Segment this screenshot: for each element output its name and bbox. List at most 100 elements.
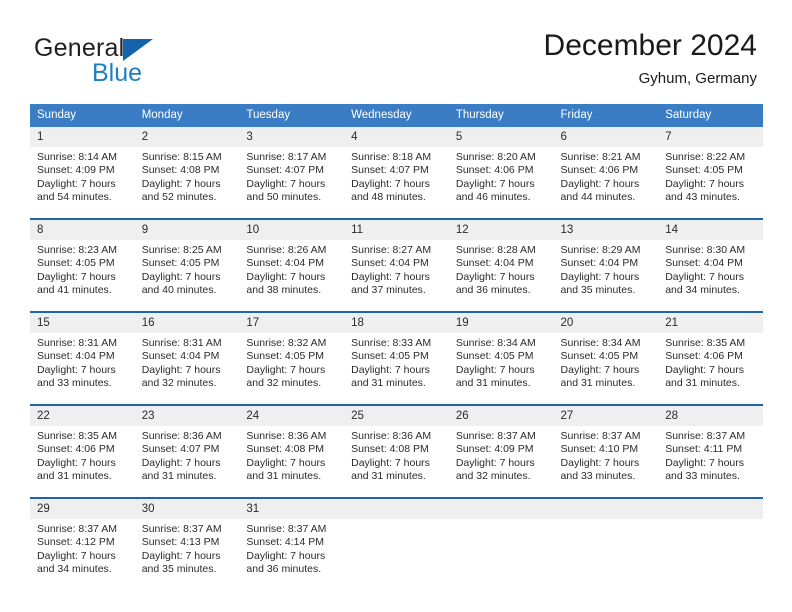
daylight-text-line2: and 31 minutes.: [665, 377, 740, 390]
day-number[interactable]: 31: [239, 497, 345, 519]
day-cell[interactable]: Sunrise: 8:18 AM Sunset: 4:07 PM Dayligh…: [344, 147, 449, 219]
day-cell[interactable]: Sunrise: 8:29 AM Sunset: 4:04 PM Dayligh…: [553, 240, 659, 312]
day-number[interactable]: 4: [344, 127, 449, 147]
day-number[interactable]: 11: [344, 218, 449, 240]
day-number[interactable]: 12: [448, 218, 554, 240]
day-cell[interactable]: Sunrise: 8:28 AM Sunset: 4:04 PM Dayligh…: [448, 240, 554, 312]
day-number[interactable]: 18: [344, 311, 449, 333]
day-cell[interactable]: Sunrise: 8:17 AM Sunset: 4:07 PM Dayligh…: [239, 147, 345, 219]
calendar-week: 22 23 24 25 26 27 28 Sunrise: 8:35 AM Su…: [30, 404, 763, 498]
day-cell[interactable]: Sunrise: 8:32 AM Sunset: 4:05 PM Dayligh…: [239, 333, 345, 405]
day-number[interactable]: 6: [553, 127, 659, 147]
day-cell[interactable]: Sunrise: 8:36 AM Sunset: 4:08 PM Dayligh…: [344, 426, 449, 498]
page-title: December 2024: [543, 29, 757, 62]
daylight-text-line1: Daylight: 7 hours: [246, 549, 326, 562]
daylight-text-line1: Daylight: 7 hours: [246, 270, 326, 283]
day-number[interactable]: 13: [553, 218, 659, 240]
day-number[interactable]: 17: [239, 311, 345, 333]
day-number[interactable]: 22: [30, 404, 135, 426]
day-cell[interactable]: Sunrise: 8:34 AM Sunset: 4:05 PM Dayligh…: [553, 333, 659, 405]
daylight-text-line1: Daylight: 7 hours: [246, 456, 326, 469]
day-cell[interactable]: Sunrise: 8:35 AM Sunset: 4:06 PM Dayligh…: [658, 333, 763, 405]
day-number[interactable]: 23: [134, 404, 240, 426]
day-number[interactable]: 5: [448, 127, 554, 147]
sunrise-text: Sunrise: 8:29 AM: [560, 244, 641, 256]
daylight-text-line2: and 32 minutes.: [455, 470, 531, 483]
day-number[interactable]: 7: [658, 127, 763, 147]
day-number-empty: [344, 497, 449, 519]
day-number[interactable]: 14: [658, 218, 763, 240]
day-cell[interactable]: Sunrise: 8:37 AM Sunset: 4:14 PM Dayligh…: [239, 519, 345, 590]
day-cell[interactable]: Sunrise: 8:31 AM Sunset: 4:04 PM Dayligh…: [134, 333, 240, 405]
day-number[interactable]: 15: [30, 311, 135, 333]
daylight-text-line2: and 54 minutes.: [37, 191, 112, 204]
day-number[interactable]: 28: [658, 404, 763, 426]
daylight-text-line1: Daylight: 7 hours: [37, 549, 116, 562]
sunset-text: Sunset: 4:04 PM: [455, 257, 534, 270]
weekday-header-tuesday: Tuesday: [239, 104, 345, 127]
day-cell[interactable]: Sunrise: 8:31 AM Sunset: 4:04 PM Dayligh…: [30, 333, 135, 405]
daylight-text-line1: Daylight: 7 hours: [37, 456, 116, 469]
day-number[interactable]: 19: [448, 311, 554, 333]
day-number[interactable]: 9: [134, 218, 240, 240]
day-cell[interactable]: Sunrise: 8:21 AM Sunset: 4:06 PM Dayligh…: [553, 147, 659, 219]
day-cell[interactable]: Sunrise: 8:22 AM Sunset: 4:05 PM Dayligh…: [658, 147, 763, 219]
day-number[interactable]: 3: [239, 127, 345, 147]
day-cell[interactable]: Sunrise: 8:15 AM Sunset: 4:08 PM Dayligh…: [134, 147, 240, 219]
day-number[interactable]: 21: [658, 311, 763, 333]
sunrise-text: Sunrise: 8:25 AM: [141, 244, 222, 256]
day-number[interactable]: 24: [239, 404, 345, 426]
day-cell[interactable]: Sunrise: 8:33 AM Sunset: 4:05 PM Dayligh…: [344, 333, 449, 405]
daylight-text-line1: Daylight: 7 hours: [560, 177, 640, 190]
day-cell[interactable]: Sunrise: 8:14 AM Sunset: 4:09 PM Dayligh…: [30, 147, 135, 219]
day-cell-empty: [344, 519, 449, 590]
sunset-text: Sunset: 4:04 PM: [665, 257, 743, 270]
day-number[interactable]: 25: [344, 404, 449, 426]
daylight-text-line2: and 31 minutes.: [37, 470, 112, 483]
calendar-week: 15 16 17 18 19 20 21 Sunrise: 8:31 AM Su…: [30, 311, 763, 405]
calendar-page: General Blue December 2024 Gyhum, German…: [0, 0, 792, 612]
sunset-text: Sunset: 4:06 PM: [665, 350, 743, 363]
day-cell[interactable]: Sunrise: 8:37 AM Sunset: 4:13 PM Dayligh…: [134, 519, 240, 590]
page-header: General Blue December 2024 Gyhum, German…: [0, 0, 792, 100]
sunset-text: Sunset: 4:05 PM: [37, 257, 115, 270]
logo-text-blue: Blue: [92, 59, 143, 87]
day-cell[interactable]: Sunrise: 8:37 AM Sunset: 4:09 PM Dayligh…: [448, 426, 554, 498]
day-number[interactable]: 16: [134, 311, 240, 333]
day-number[interactable]: 8: [30, 218, 135, 240]
daylight-text-line1: Daylight: 7 hours: [37, 363, 116, 376]
day-number[interactable]: 30: [134, 497, 240, 519]
day-number[interactable]: 26: [448, 404, 554, 426]
day-cell[interactable]: Sunrise: 8:23 AM Sunset: 4:05 PM Dayligh…: [30, 240, 135, 312]
day-cell[interactable]: Sunrise: 8:25 AM Sunset: 4:05 PM Dayligh…: [134, 240, 240, 312]
daylight-text-line2: and 36 minutes.: [246, 563, 322, 576]
day-cell[interactable]: Sunrise: 8:26 AM Sunset: 4:04 PM Dayligh…: [239, 240, 345, 312]
daylight-text-line1: Daylight: 7 hours: [560, 456, 640, 469]
day-cell[interactable]: Sunrise: 8:37 AM Sunset: 4:12 PM Dayligh…: [30, 519, 135, 590]
sunrise-text: Sunrise: 8:20 AM: [455, 151, 536, 163]
week-detail-row: Sunrise: 8:35 AM Sunset: 4:06 PM Dayligh…: [30, 426, 763, 498]
sunrise-text: Sunrise: 8:34 AM: [560, 337, 641, 349]
day-number[interactable]: 10: [239, 218, 345, 240]
general-blue-logo[interactable]: General Blue: [34, 34, 234, 87]
sunset-text: Sunset: 4:09 PM: [37, 164, 115, 177]
day-number[interactable]: 29: [30, 497, 135, 519]
day-cell[interactable]: Sunrise: 8:35 AM Sunset: 4:06 PM Dayligh…: [30, 426, 135, 498]
sunrise-text: Sunrise: 8:26 AM: [246, 244, 327, 256]
day-cell[interactable]: Sunrise: 8:20 AM Sunset: 4:06 PM Dayligh…: [448, 147, 554, 219]
day-cell[interactable]: Sunrise: 8:30 AM Sunset: 4:04 PM Dayligh…: [658, 240, 763, 312]
day-cell[interactable]: Sunrise: 8:34 AM Sunset: 4:05 PM Dayligh…: [448, 333, 554, 405]
day-cell[interactable]: Sunrise: 8:36 AM Sunset: 4:08 PM Dayligh…: [239, 426, 345, 498]
day-cell[interactable]: Sunrise: 8:37 AM Sunset: 4:10 PM Dayligh…: [553, 426, 659, 498]
weekday-header-saturday: Saturday: [658, 104, 763, 127]
day-cell[interactable]: Sunrise: 8:36 AM Sunset: 4:07 PM Dayligh…: [134, 426, 240, 498]
day-number[interactable]: 1: [30, 127, 135, 147]
sunrise-text: Sunrise: 8:23 AM: [37, 244, 117, 256]
day-number[interactable]: 27: [553, 404, 659, 426]
daylight-text-line1: Daylight: 7 hours: [455, 177, 535, 190]
day-number[interactable]: 2: [134, 127, 240, 147]
day-cell[interactable]: Sunrise: 8:27 AM Sunset: 4:04 PM Dayligh…: [344, 240, 449, 312]
day-number[interactable]: 20: [553, 311, 659, 333]
day-cell[interactable]: Sunrise: 8:37 AM Sunset: 4:11 PM Dayligh…: [658, 426, 763, 498]
daylight-text-line2: and 31 minutes.: [141, 470, 217, 483]
